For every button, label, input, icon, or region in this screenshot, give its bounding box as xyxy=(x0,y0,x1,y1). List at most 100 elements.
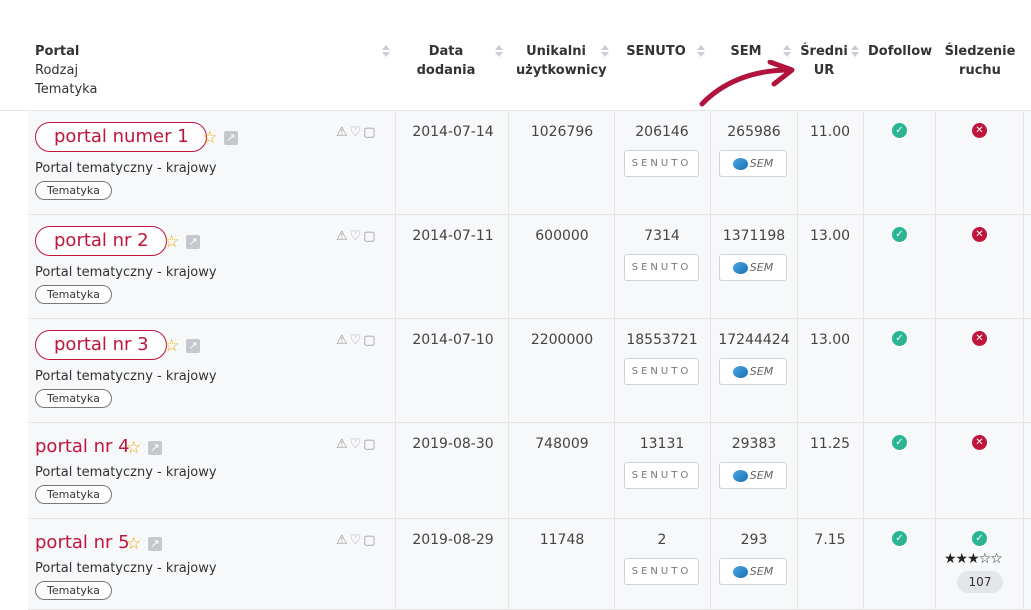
external-link-icon[interactable]: ↗ xyxy=(186,339,200,353)
tematyka-tag[interactable]: Tematyka xyxy=(35,181,112,200)
date-added: 2014-07-11 xyxy=(412,228,494,244)
sem-value: 29383 xyxy=(731,436,777,452)
sem-logo-icon xyxy=(732,470,748,482)
senuto-value: 2 xyxy=(657,532,667,548)
table-row[interactable]: portal nr 4 ☆ ↗ ⚠♡▢ Portal tematyczny - … xyxy=(28,423,1031,519)
sort-users-icon[interactable] xyxy=(601,45,609,59)
tracking-cross-icon: ✕ xyxy=(972,123,987,138)
table-row[interactable]: portal nr 3 ☆ ↗ ⚠♡▢ Portal tematyczny - … xyxy=(28,319,1031,423)
sem-value: 1371198 xyxy=(722,228,786,244)
senuto-value: 7314 xyxy=(644,228,680,244)
tracking-cross-icon: ✕ xyxy=(972,227,987,242)
senuto-value: 206146 xyxy=(635,124,689,140)
tematyka-tag[interactable]: Tematyka xyxy=(35,485,112,504)
senuto-badge[interactable]: SENUTO xyxy=(624,462,699,489)
date-added: 2014-07-10 xyxy=(412,332,494,348)
row-actions-icons[interactable]: ⚠♡▢ xyxy=(336,333,378,348)
sem-badge[interactable]: SEM xyxy=(719,462,787,489)
portal-type: Portal tematyczny - krajowy xyxy=(35,161,217,176)
sem-value: 265986 xyxy=(727,124,781,140)
sem-logo-icon xyxy=(732,366,748,378)
sort-sem-icon[interactable] xyxy=(783,45,791,59)
portal-name-link[interactable]: portal nr 3 xyxy=(35,330,167,360)
portal-name-link[interactable]: portal numer 1 xyxy=(35,122,207,152)
senuto-value: 18553721 xyxy=(626,332,698,348)
portal-name-link[interactable]: portal nr 5 xyxy=(35,532,130,553)
dofollow-check-icon: ✓ xyxy=(892,531,907,546)
header-sem[interactable]: SEM xyxy=(726,42,766,61)
sort-ur-icon[interactable] xyxy=(851,45,859,59)
portal-type: Portal tematyczny - krajowy xyxy=(35,369,217,384)
row-actions-icons[interactable]: ⚠♡▢ xyxy=(336,125,378,140)
senuto-badge[interactable]: SENUTO xyxy=(624,254,699,281)
header-data-dodania[interactable]: Data dodania xyxy=(404,42,488,80)
sredni-ur-value: 11.00 xyxy=(809,124,851,140)
favorite-star-icon[interactable]: ☆ xyxy=(164,336,179,356)
dofollow-check-icon: ✓ xyxy=(892,123,907,138)
tracking-check-icon: ✓ xyxy=(972,531,987,546)
sem-badge[interactable]: SEM xyxy=(719,358,787,385)
dofollow-check-icon: ✓ xyxy=(892,331,907,346)
dofollow-check-icon: ✓ xyxy=(892,435,907,450)
sem-value: 293 xyxy=(740,532,768,548)
sredni-ur-value: 13.00 xyxy=(809,228,851,244)
header-unikalni[interactable]: Unikalni użytkownicy xyxy=(516,42,607,80)
sem-badge[interactable]: SEM xyxy=(719,254,787,281)
senuto-badge[interactable]: SENUTO xyxy=(624,358,699,385)
portal-name-link[interactable]: portal nr 4 xyxy=(35,436,130,457)
header-dofollow[interactable]: Dofollow xyxy=(868,42,932,61)
sem-logo-icon xyxy=(732,262,748,274)
rating-count-badge: 107 xyxy=(957,571,1003,593)
external-link-icon[interactable]: ↗ xyxy=(148,537,162,551)
header-senuto[interactable]: SENUTO xyxy=(626,42,686,61)
unique-users: 1026796 xyxy=(530,124,594,140)
portal-type: Portal tematyczny - krajowy xyxy=(35,265,217,280)
external-link-icon[interactable]: ↗ xyxy=(224,131,238,145)
date-added: 2019-08-30 xyxy=(412,436,494,452)
row-actions-icons[interactable]: ⚠♡▢ xyxy=(336,437,378,452)
date-added: 2014-07-14 xyxy=(412,124,494,140)
unique-users: 11748 xyxy=(539,532,585,548)
unique-users: 2200000 xyxy=(530,332,594,348)
portal-type: Portal tematyczny - krajowy xyxy=(35,561,217,576)
sort-senuto-icon[interactable] xyxy=(697,45,705,59)
tracking-cross-icon: ✕ xyxy=(972,331,987,346)
tematyka-tag[interactable]: Tematyka xyxy=(35,285,112,304)
senuto-badge[interactable]: SENUTO xyxy=(624,150,699,177)
header-sledzenie[interactable]: Śledzenie ruchu xyxy=(944,42,1016,80)
tracking-cross-icon: ✕ xyxy=(972,435,987,450)
table-row[interactable]: portal nr 5 ☆ ↗ ⚠♡▢ Portal tematyczny - … xyxy=(28,519,1031,610)
portal-type: Portal tematyczny - krajowy xyxy=(35,465,217,480)
sredni-ur-value: 13.00 xyxy=(809,332,851,348)
header-sredni-ur[interactable]: Średni UR xyxy=(800,42,848,80)
header-portal[interactable]: Portal Rodzaj Tematyka xyxy=(35,42,97,99)
unique-users: 748009 xyxy=(535,436,589,452)
row-actions-icons[interactable]: ⚠♡▢ xyxy=(336,229,378,244)
unique-users: 600000 xyxy=(535,228,589,244)
senuto-badge[interactable]: SENUTO xyxy=(624,558,699,585)
date-added: 2019-08-29 xyxy=(412,532,494,548)
sem-logo-icon xyxy=(732,158,748,170)
sem-badge[interactable]: SEM xyxy=(719,558,787,585)
sem-badge[interactable]: SEM xyxy=(719,150,787,177)
favorite-star-icon[interactable]: ☆ xyxy=(202,128,217,148)
favorite-star-icon[interactable]: ☆ xyxy=(126,534,141,554)
table-header: Portal Rodzaj Tematyka Data dodania Unik… xyxy=(0,0,1031,111)
external-link-icon[interactable]: ↗ xyxy=(186,235,200,249)
sort-portal-icon[interactable] xyxy=(382,45,390,59)
external-link-icon[interactable]: ↗ xyxy=(148,441,162,455)
row-actions-icons[interactable]: ⚠♡▢ xyxy=(336,533,378,548)
tematyka-tag[interactable]: Tematyka xyxy=(35,389,112,408)
sem-logo-icon xyxy=(732,566,748,578)
table-row[interactable]: portal nr 2 ☆ ↗ ⚠♡▢ Portal tematyczny - … xyxy=(28,215,1031,319)
dofollow-check-icon: ✓ xyxy=(892,227,907,242)
sort-date-icon[interactable] xyxy=(495,45,503,59)
table-row[interactable]: portal numer 1 ☆ ↗ ⚠♡▢ Portal tematyczny… xyxy=(28,111,1031,215)
favorite-star-icon[interactable]: ☆ xyxy=(164,232,179,252)
senuto-value: 13131 xyxy=(639,436,685,452)
tematyka-tag[interactable]: Tematyka xyxy=(35,581,112,600)
portal-name-link[interactable]: portal nr 2 xyxy=(35,226,167,256)
favorite-star-icon[interactable]: ☆ xyxy=(126,438,141,458)
sredni-ur-value: 11.25 xyxy=(809,436,851,452)
traffic-rating-stars-icon: ★★★☆☆ xyxy=(944,551,1003,567)
